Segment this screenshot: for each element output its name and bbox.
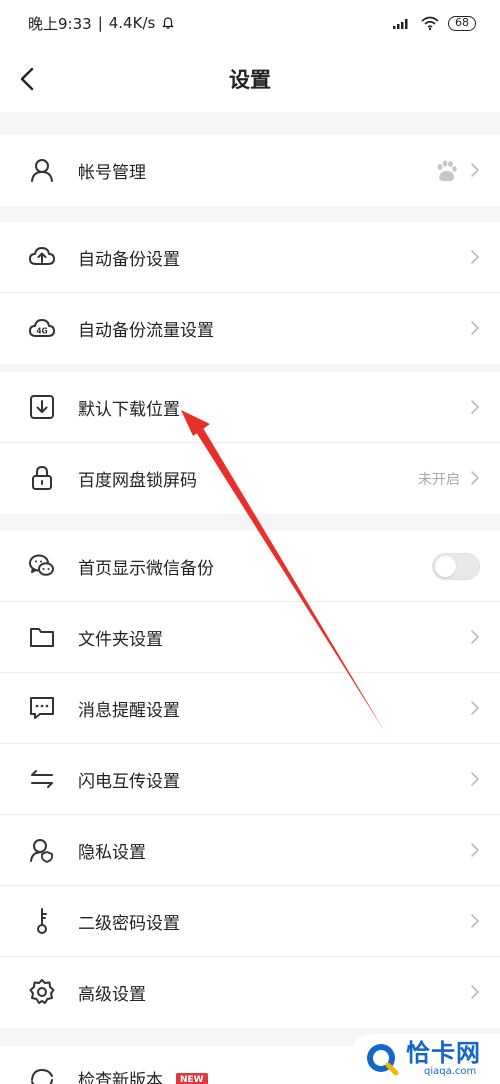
chevron-right-icon bbox=[471, 630, 480, 644]
status-bar: 晚上9:33 | 4.4K/s 68 bbox=[0, 0, 500, 46]
chevron-right-icon bbox=[471, 321, 480, 335]
user-icon bbox=[31, 159, 53, 182]
settings-row-second-password[interactable]: 二级密码设置 bbox=[0, 886, 500, 957]
watermark-logo: 恰卡网 qiaqa.com bbox=[352, 1034, 500, 1084]
settings-row-auto-backup[interactable]: 自动备份设置 bbox=[0, 222, 500, 293]
watermark-q-icon bbox=[367, 1044, 399, 1076]
settings-row-label: 帐号管理 bbox=[78, 163, 146, 183]
privacy-user-icon bbox=[30, 839, 53, 863]
settings-row-label: 自动备份流量设置 bbox=[78, 321, 214, 341]
chevron-right-icon bbox=[471, 914, 480, 928]
settings-row-label: 文件夹设置 bbox=[78, 629, 163, 650]
watermark-cn-text: 恰卡网 bbox=[406, 1039, 481, 1067]
baidu-paw-icon bbox=[437, 160, 457, 182]
chevron-right-icon bbox=[471, 471, 480, 485]
settings-row-download-location[interactable]: 默认下载位置 bbox=[0, 372, 500, 443]
lock-status-value: 未开启 bbox=[418, 471, 460, 488]
settings-row-flash-transfer[interactable]: 闪电互传设置 bbox=[0, 744, 500, 815]
settings-row-label: 检查新版本 bbox=[78, 1071, 163, 1084]
wechat-backup-toggle[interactable] bbox=[432, 553, 480, 580]
settings-row-account[interactable]: 帐号管理 bbox=[0, 135, 500, 206]
battery-indicator: 68 bbox=[448, 15, 476, 31]
settings-row-privacy[interactable]: 隐私设置 bbox=[0, 815, 500, 886]
settings-row-backup-data[interactable]: 4G 自动备份流量设置 bbox=[0, 293, 500, 364]
toggle-knob bbox=[435, 556, 456, 577]
nav-header: 设置 bbox=[0, 46, 500, 112]
back-icon[interactable] bbox=[14, 64, 44, 94]
settings-group-misc: 首页显示微信备份 文件夹设置 消息提醒设置 闪电互传设置 隐私设置 二级密码设置… bbox=[0, 531, 500, 1028]
refresh-icon bbox=[31, 1068, 53, 1084]
watermark-en-text: qiaqa.com bbox=[424, 1066, 477, 1077]
settings-group-account: 帐号管理 bbox=[0, 135, 500, 206]
settings-row-wechat-backup: 首页显示微信备份 bbox=[0, 531, 500, 602]
cloud-4g-icon: 4G bbox=[29, 319, 55, 337]
settings-group-backup: 自动备份设置 4G 自动备份流量设置 bbox=[0, 222, 500, 364]
new-badge: NEW bbox=[176, 1073, 208, 1084]
chevron-right-icon bbox=[471, 843, 480, 857]
settings-row-label: 二级密码设置 bbox=[78, 913, 180, 934]
wechat-icon bbox=[29, 554, 54, 576]
settings-row-notifications[interactable]: 消息提醒设置 bbox=[0, 673, 500, 744]
svg-text:4G: 4G bbox=[36, 327, 47, 336]
settings-row-label: 默认下载位置 bbox=[78, 399, 180, 420]
chevron-right-icon bbox=[471, 701, 480, 715]
key-icon bbox=[37, 908, 47, 934]
chevron-right-icon bbox=[471, 250, 480, 264]
transfer-arrows-icon bbox=[31, 770, 53, 788]
lock-icon bbox=[32, 465, 52, 490]
settings-row-advanced[interactable]: 高级设置 bbox=[0, 957, 500, 1028]
settings-row-label: 隐私设置 bbox=[78, 842, 146, 863]
cloud-upload-icon bbox=[29, 247, 55, 265]
chevron-right-icon bbox=[471, 163, 480, 177]
settings-row-label: 首页显示微信备份 bbox=[78, 558, 214, 579]
settings-row-label: 百度网盘锁屏码 bbox=[78, 471, 197, 491]
signal-icon bbox=[393, 19, 408, 29]
message-icon bbox=[30, 697, 54, 719]
settings-group-storage: 默认下载位置 百度网盘锁屏码 未开启 bbox=[0, 372, 500, 514]
status-speed: 4.4K/s bbox=[108, 14, 156, 32]
chevron-right-icon bbox=[471, 985, 480, 999]
settings-row-folder[interactable]: 文件夹设置 bbox=[0, 602, 500, 673]
settings-row-label: 闪电互传设置 bbox=[78, 771, 180, 792]
wifi-icon bbox=[421, 16, 439, 31]
settings-row-label: 高级设置 bbox=[78, 985, 146, 1005]
settings-row-label: 自动备份设置 bbox=[78, 249, 180, 270]
chevron-right-icon bbox=[471, 400, 480, 414]
gear-icon bbox=[29, 979, 55, 1004]
settings-row-lock-code[interactable]: 百度网盘锁屏码 未开启 bbox=[0, 443, 500, 514]
page-title: 设置 bbox=[229, 68, 271, 92]
folder-icon bbox=[30, 628, 54, 647]
chevron-right-icon bbox=[471, 772, 480, 786]
alarm-icon bbox=[162, 17, 175, 29]
status-divider: | bbox=[97, 14, 103, 32]
download-icon bbox=[30, 395, 54, 419]
settings-row-label: 消息提醒设置 bbox=[78, 700, 180, 721]
status-time: 晚上9:33 bbox=[28, 14, 92, 33]
